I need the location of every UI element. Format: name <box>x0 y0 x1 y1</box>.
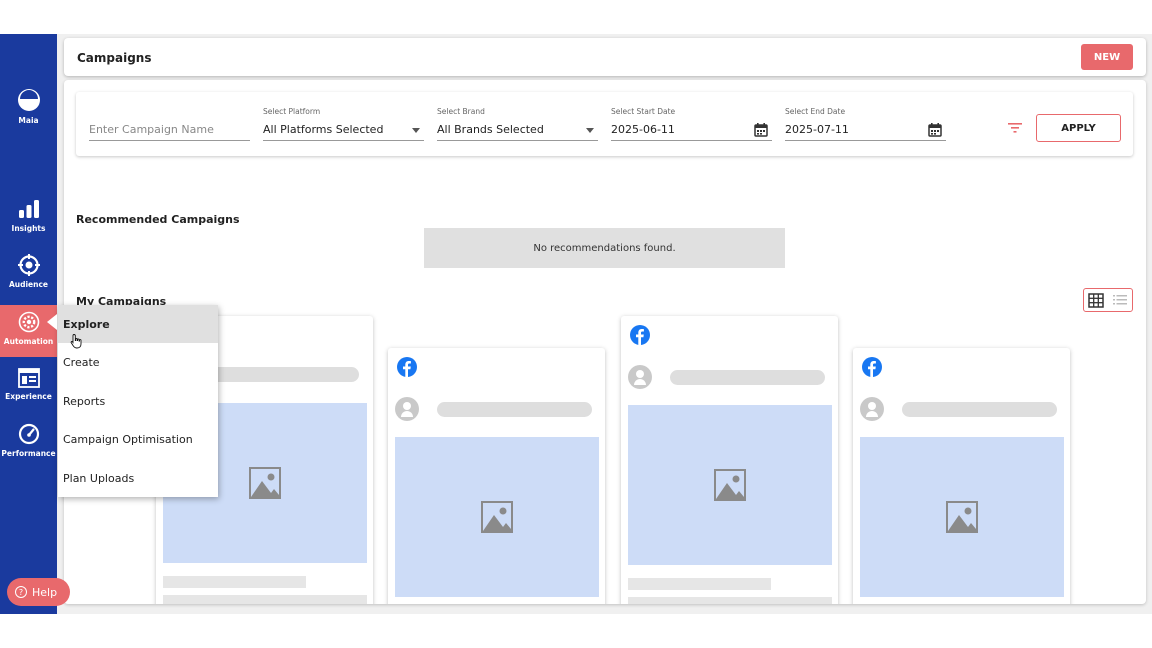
brand-label: Maia <box>18 116 39 125</box>
menu-item-plan-uploads[interactable]: Plan Uploads <box>58 459 218 497</box>
image-icon <box>481 501 513 533</box>
facebook-icon <box>630 325 650 345</box>
page-header: Campaigns NEW <box>64 38 1146 76</box>
view-toggle <box>1083 288 1133 312</box>
start-date-value[interactable]: 2025-06-11 <box>611 123 675 136</box>
end-date-value[interactable]: 2025-07-11 <box>785 123 849 136</box>
field-underline <box>263 140 424 141</box>
sidebar-item-label: Audience <box>8 280 49 289</box>
campaign-card[interactable] <box>853 348 1070 604</box>
brand-logo[interactable]: Maia <box>0 88 57 125</box>
placeholder-line <box>628 597 832 604</box>
field-underline <box>611 140 772 141</box>
avatar <box>860 397 884 421</box>
image-placeholder <box>860 437 1064 597</box>
campaign-card[interactable] <box>621 316 838 604</box>
gauge-icon <box>18 423 39 445</box>
sidebar-item-label: Insights <box>11 224 46 233</box>
chevron-down-icon[interactable] <box>412 128 420 133</box>
sidebar-item-automation[interactable]: Automation <box>0 305 57 357</box>
apply-button[interactable]: APPLY <box>1036 114 1121 142</box>
placeholder-line <box>628 578 771 590</box>
page-title: Campaigns <box>77 51 152 65</box>
image-placeholder <box>395 437 599 597</box>
sidebar-item-label: Performance <box>1 449 56 458</box>
field-underline <box>89 140 250 141</box>
campaign-card[interactable] <box>388 348 605 604</box>
menu-item-campaign-optimisation[interactable]: Campaign Optimisation <box>58 420 218 458</box>
browser-window-icon <box>17 368 40 388</box>
platform-value: All Platforms Selected <box>263 123 384 136</box>
new-campaign-button[interactable]: NEW <box>1081 44 1133 70</box>
facebook-icon <box>862 357 882 377</box>
facebook-icon <box>397 357 417 377</box>
sidebar-item-insights[interactable]: Insights <box>0 198 57 233</box>
sidebar-item-label: Automation <box>3 337 54 346</box>
target-icon <box>17 254 40 276</box>
sidebar-item-label: Experience <box>5 392 52 401</box>
placeholder-line <box>163 576 306 588</box>
help-button[interactable]: ? Help <box>7 578 70 606</box>
hand-cursor-icon <box>70 334 82 349</box>
campaign-name-field[interactable]: Enter Campaign Name <box>89 92 250 156</box>
start-date-label: Select Start Date <box>611 107 676 116</box>
brand-select[interactable]: Select Brand All Brands Selected <box>437 92 598 156</box>
filter-bar: Enter Campaign Name Select Platform All … <box>76 92 1133 156</box>
chevron-down-icon[interactable] <box>586 128 594 133</box>
sidebar-item-performance[interactable]: Performance <box>0 423 57 458</box>
brand-label: Select Brand <box>437 107 485 116</box>
image-icon <box>249 467 281 499</box>
image-placeholder <box>628 405 832 565</box>
image-icon <box>946 501 978 533</box>
grid-view-icon[interactable] <box>1088 293 1104 308</box>
campaign-name-input[interactable]: Enter Campaign Name <box>89 123 214 136</box>
app-frame: Maia Insights Audience Automation Experi… <box>0 34 1152 614</box>
placeholder-line <box>163 595 367 604</box>
calendar-icon[interactable] <box>754 123 768 137</box>
sidebar-item-experience[interactable]: Experience <box>0 368 57 401</box>
end-date-label: Select End Date <box>785 107 846 116</box>
field-underline <box>785 140 946 141</box>
avatar <box>628 365 652 389</box>
bar-chart-icon <box>18 200 39 218</box>
brand-value: All Brands Selected <box>437 123 544 136</box>
start-date-field[interactable]: Select Start Date 2025-06-11 <box>611 92 772 156</box>
placeholder-line <box>437 402 592 417</box>
gear-icon <box>18 311 39 333</box>
platform-label: Select Platform <box>263 107 321 116</box>
field-underline <box>437 140 598 141</box>
sidebar-item-audience[interactable]: Audience <box>0 254 57 289</box>
help-label: Help <box>32 585 58 599</box>
question-icon: ? <box>15 586 27 598</box>
calendar-icon[interactable] <box>928 123 942 137</box>
menu-item-reports[interactable]: Reports <box>58 382 218 420</box>
list-view-icon[interactable] <box>1113 294 1127 306</box>
placeholder-line <box>206 367 359 382</box>
menu-pointer <box>47 314 57 330</box>
image-icon <box>714 469 746 501</box>
no-recommendations-message: No recommendations found. <box>424 228 785 268</box>
placeholder-line <box>902 402 1057 417</box>
maia-logo-icon <box>17 89 40 111</box>
placeholder-line <box>670 370 825 385</box>
recommended-campaigns-title: Recommended Campaigns <box>76 213 240 226</box>
end-date-field[interactable]: Select End Date 2025-07-11 <box>785 92 946 156</box>
filter-icon[interactable] <box>1008 123 1022 133</box>
main-content: Enter Campaign Name Select Platform All … <box>64 80 1146 604</box>
platform-select[interactable]: Select Platform All Platforms Selected <box>263 92 424 156</box>
avatar <box>395 397 419 421</box>
